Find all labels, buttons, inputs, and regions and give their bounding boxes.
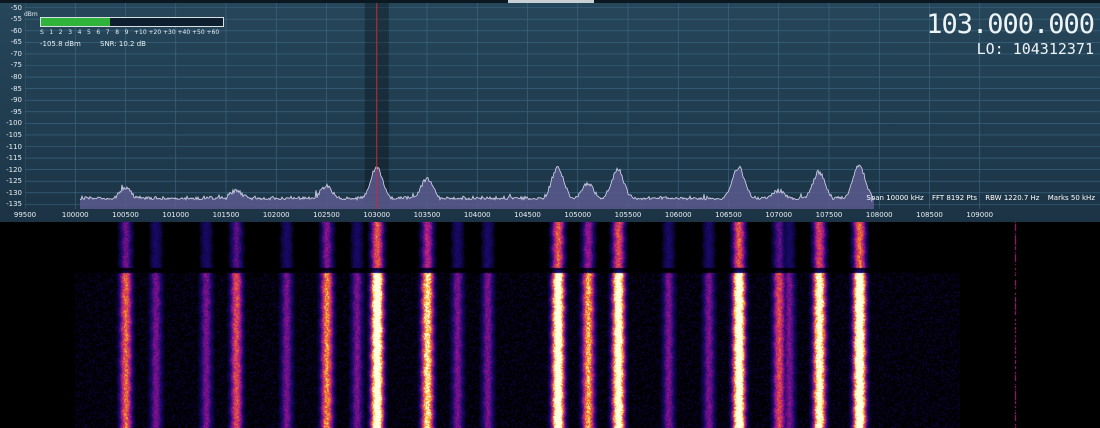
- lo-frequency-display[interactable]: LO: 104312371: [977, 40, 1094, 58]
- x-tick-label: 100500: [112, 211, 139, 219]
- s-meter-scale-label: +50: [192, 29, 205, 36]
- y-tick-label: -60: [10, 26, 22, 35]
- fft-status-line: Span 10000 kHz FFT 8192 Pts RBW 1220.7 H…: [860, 194, 1095, 202]
- waterfall-display[interactable]: [0, 222, 1100, 428]
- s-meter-bar: [40, 17, 224, 27]
- s-meter-scale-label: +20: [148, 29, 162, 36]
- y-tick-label: -65: [10, 38, 22, 47]
- y-tick-label: -90: [10, 96, 22, 105]
- x-tick-label: 101500: [212, 211, 240, 219]
- y-tick-label: -120: [6, 165, 22, 174]
- y-tick-label: -130: [6, 188, 22, 197]
- s-meter-scale-label: 6: [96, 29, 101, 36]
- signal-level-readout: -105.8 dBm: [40, 40, 81, 48]
- s-meter-scale-label: +40: [177, 29, 191, 36]
- y-tick-label: -85: [10, 84, 22, 93]
- x-tick-label: 109000: [966, 211, 994, 219]
- s-meter-scale-label: 2: [58, 29, 63, 36]
- s-meter-scale-label: 4: [77, 29, 82, 36]
- rbw-readout: RBW 1220.7 Hz: [985, 194, 1040, 202]
- x-tick-label: 104000: [463, 211, 491, 219]
- marks-readout: Marks 50 kHz: [1047, 194, 1095, 202]
- y-tick-label: -80: [10, 73, 22, 82]
- span-readout: Span 10000 kHz: [866, 194, 924, 202]
- x-tick-label: 102500: [313, 211, 340, 219]
- y-tick-label: -70: [10, 49, 22, 58]
- s-meter-scale-label: 9: [124, 29, 129, 36]
- y-tick-label: -75: [10, 61, 22, 70]
- x-tick-label: 103500: [413, 211, 441, 219]
- x-tick-label: 99500: [13, 211, 37, 219]
- x-tick-label: 108500: [916, 211, 943, 219]
- s-meter-scale-label: +60: [206, 29, 220, 36]
- x-tick-label: 105000: [564, 211, 592, 219]
- x-tick-label: 108000: [865, 211, 893, 219]
- x-tick-label: 106000: [664, 211, 692, 219]
- s-meter-scale-label: 5: [87, 29, 91, 36]
- y-tick-label: -125: [6, 177, 22, 186]
- s-meter-scale-label: S: [40, 29, 44, 36]
- x-tick-label: 107000: [765, 211, 793, 219]
- main-frequency-display[interactable]: 103.000.000: [926, 10, 1095, 40]
- y-tick-label: -95: [10, 107, 22, 116]
- y-tick-label: -105: [6, 130, 22, 139]
- s-meter-level-fill: [41, 18, 111, 26]
- s-meter-scale-label: +30: [163, 29, 176, 36]
- s-meter-scale-label: +10: [134, 29, 147, 36]
- snr-readout: SNR: 10.2 dB: [100, 40, 146, 48]
- y-tick-label: -115: [6, 154, 22, 163]
- spectrum-panel[interactable]: -50 -55 -60 -65 -70 -75 -80 -85 -90 -95 -100 -105 -1…: [0, 0, 1100, 222]
- s-meter-scale-label: 8: [115, 29, 120, 36]
- x-tick-label: 100000: [61, 211, 89, 219]
- x-tick-label: 105500: [614, 211, 642, 219]
- x-tick-label: 102000: [262, 211, 290, 219]
- y-tick-label: -50: [10, 3, 22, 12]
- y-tick-label: -55: [10, 15, 22, 24]
- s-meter-scale-label: 7: [105, 29, 110, 36]
- x-tick-label: 103000: [363, 211, 391, 219]
- fft-size-readout: FFT 8192 Pts: [931, 194, 978, 202]
- y-tick-label: -110: [6, 142, 22, 151]
- y-tick-label: -100: [6, 119, 22, 128]
- x-tick-label: 104500: [514, 211, 541, 219]
- s-meter-scale: S 1 2 3 4 5 6 7 8 9 +10 +20 +30 +40 +50 +60: [40, 29, 230, 37]
- y-tick-label: -135: [6, 200, 22, 209]
- s-meter-scale-label: 3: [68, 29, 73, 36]
- x-tick-label: 101000: [162, 211, 190, 219]
- sdr-window: -50 -55 -60 -65 -70 -75 -80 -85 -90 -95 -100 -105 -1…: [0, 0, 1100, 428]
- s-meter-scale-label: 1: [49, 29, 54, 36]
- x-tick-label: 106500: [715, 211, 742, 219]
- x-tick-label: 107500: [815, 211, 843, 219]
